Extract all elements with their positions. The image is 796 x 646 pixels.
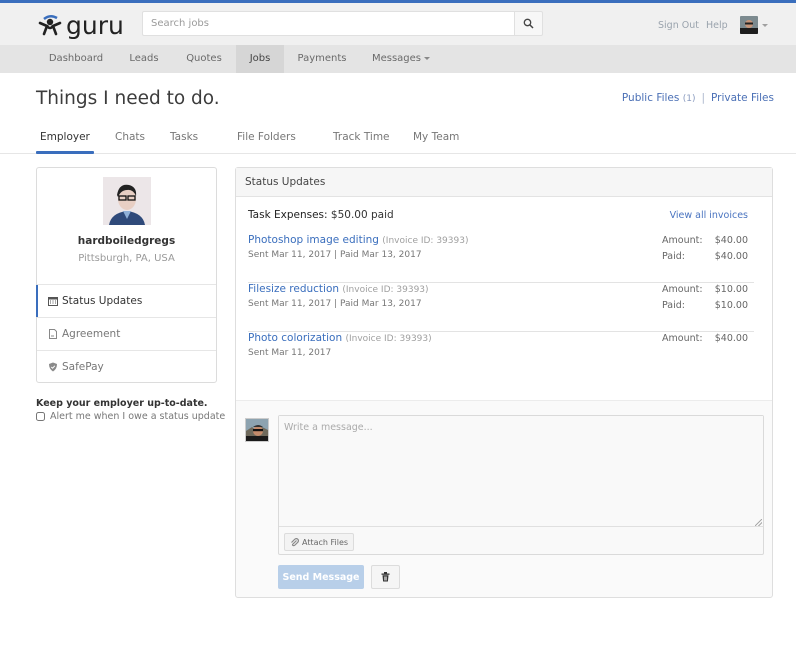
menu-safepay[interactable]: SafePay bbox=[37, 350, 216, 383]
employer-menu: Status Updates Agreement SafePay bbox=[36, 284, 216, 383]
help-link[interactable]: Help bbox=[706, 20, 728, 31]
invoice-title-link[interactable]: Photo colorization bbox=[248, 332, 342, 344]
nav-messages[interactable]: Messages bbox=[360, 45, 442, 73]
nav-quotes[interactable]: Quotes bbox=[172, 45, 236, 73]
invoice-row: Filesize reduction (Invoice ID: 39393) S… bbox=[248, 283, 754, 332]
logo-text: guru bbox=[66, 10, 124, 40]
composer-avatar bbox=[245, 418, 269, 442]
paid-value: $10.00 bbox=[714, 300, 748, 311]
main-nav: Dashboard Leads Quotes Jobs Payments Mes… bbox=[0, 45, 796, 73]
employer-username: hardboiledgregs bbox=[77, 235, 176, 247]
tab-my-team[interactable]: My Team bbox=[413, 131, 459, 154]
message-input[interactable] bbox=[279, 416, 763, 527]
site-header: guru Sign Out Help bbox=[0, 3, 796, 45]
paid-value: $40.00 bbox=[714, 251, 748, 262]
status-updates-panel: Status Updates Task Expenses: $50.00 pai… bbox=[235, 167, 773, 598]
public-files-count: (1) bbox=[682, 94, 696, 104]
keep-updated-title: Keep your employer up-to-date. bbox=[36, 398, 208, 409]
files-links: Public Files (1) | Private Files bbox=[622, 92, 774, 104]
guru-logo[interactable]: guru bbox=[38, 11, 133, 39]
employer-photo bbox=[103, 177, 151, 225]
task-expenses-value: $50.00 paid bbox=[330, 209, 394, 221]
invoice-row: Photoshop image editing (Invoice ID: 393… bbox=[248, 234, 754, 283]
employer-location: Pittsburgh, PA, USA bbox=[78, 253, 175, 264]
tab-track-time[interactable]: Track Time bbox=[333, 131, 390, 154]
search-icon bbox=[523, 18, 534, 29]
private-files-link[interactable]: Private Files bbox=[711, 92, 774, 104]
shield-icon bbox=[48, 362, 58, 372]
menu-status-updates-label: Status Updates bbox=[62, 295, 143, 307]
search-bar bbox=[142, 11, 543, 36]
view-all-invoices-link[interactable]: View all invoices bbox=[670, 210, 748, 221]
amount-value: $10.00 bbox=[714, 284, 748, 295]
menu-agreement-label: Agreement bbox=[62, 328, 121, 340]
public-files-label: Public Files bbox=[621, 92, 680, 104]
amount-label: Amount: bbox=[662, 235, 703, 246]
resize-handle-icon[interactable] bbox=[755, 519, 762, 526]
paid-label: Paid: bbox=[662, 251, 685, 262]
invoice-title-link[interactable]: Photoshop image editing bbox=[248, 234, 379, 246]
menu-safepay-label: SafePay bbox=[62, 361, 104, 373]
paid-label: Paid: bbox=[662, 300, 685, 311]
invoice-title-link[interactable]: Filesize reduction bbox=[248, 283, 339, 295]
nav-jobs[interactable]: Jobs bbox=[236, 45, 284, 73]
calendar-icon bbox=[48, 296, 58, 306]
invoice-dates: Sent Mar 11, 2017 | Paid Mar 13, 2017 bbox=[248, 299, 422, 309]
menu-agreement[interactable]: Agreement bbox=[37, 317, 216, 350]
invoices-section: Task Expenses: $50.00 paid View all invo… bbox=[236, 197, 772, 401]
invoice-id: (Invoice ID: 39393) bbox=[382, 236, 469, 246]
nav-payments[interactable]: Payments bbox=[284, 45, 360, 73]
task-expenses: Task Expenses: $50.00 paid bbox=[248, 209, 394, 221]
send-message-button[interactable]: Send Message bbox=[278, 565, 364, 589]
page-tabs: Employer Chats Tasks File Folders Track … bbox=[0, 124, 796, 154]
guru-figure-icon bbox=[38, 15, 62, 36]
attach-files-button[interactable]: Attach Files bbox=[284, 533, 355, 551]
tab-employer[interactable]: Employer bbox=[36, 131, 94, 154]
invoice-id: (Invoice ID: 39393) bbox=[342, 285, 429, 295]
page-title: Things I need to do. bbox=[36, 88, 220, 109]
public-files-link[interactable]: Public Files (1) bbox=[622, 92, 696, 104]
nav-messages-label: Messages bbox=[371, 53, 422, 64]
status-alert-label: Alert me when I owe a status update bbox=[50, 411, 226, 422]
status-alert-checkbox[interactable] bbox=[36, 412, 45, 421]
task-expenses-label: Task Expenses: bbox=[248, 209, 328, 221]
document-icon bbox=[48, 329, 58, 339]
invoice-row: Photo colorization (Invoice ID: 39393) S… bbox=[248, 332, 754, 381]
chevron-down-icon bbox=[424, 56, 431, 60]
discard-button[interactable] bbox=[371, 565, 400, 589]
user-avatar[interactable] bbox=[740, 16, 758, 34]
paperclip-icon bbox=[291, 537, 299, 546]
amount-value: $40.00 bbox=[714, 235, 748, 246]
message-composer: Attach Files bbox=[278, 415, 764, 555]
nav-dashboard[interactable]: Dashboard bbox=[36, 45, 116, 73]
amount-value: $40.00 bbox=[714, 333, 748, 344]
files-separator: | bbox=[701, 92, 705, 104]
status-alert-option[interactable]: Alert me when I owe a status update bbox=[36, 411, 225, 422]
invoice-id: (Invoice ID: 39393) bbox=[345, 334, 432, 344]
sign-out-link[interactable]: Sign Out bbox=[658, 20, 699, 31]
tab-chats[interactable]: Chats bbox=[115, 131, 145, 154]
user-menu-caret-icon[interactable] bbox=[762, 24, 768, 27]
invoice-dates: Sent Mar 11, 2017 bbox=[248, 348, 332, 358]
menu-status-updates[interactable]: Status Updates bbox=[36, 284, 216, 317]
tab-tasks[interactable]: Tasks bbox=[170, 131, 198, 154]
search-input[interactable] bbox=[142, 11, 514, 36]
invoice-dates: Sent Mar 11, 2017 | Paid Mar 13, 2017 bbox=[248, 250, 422, 260]
tab-file-folders[interactable]: File Folders bbox=[237, 131, 296, 154]
search-button[interactable] bbox=[514, 11, 543, 36]
amount-label: Amount: bbox=[662, 284, 703, 295]
nav-leads[interactable]: Leads bbox=[116, 45, 172, 73]
employer-profile-card: hardboiledgregs Pittsburgh, PA, USA Stat… bbox=[36, 167, 217, 383]
panel-title: Status Updates bbox=[236, 168, 772, 197]
amount-label: Amount: bbox=[662, 333, 703, 344]
attach-files-label: Attach Files bbox=[302, 537, 349, 547]
trash-icon bbox=[381, 572, 390, 582]
